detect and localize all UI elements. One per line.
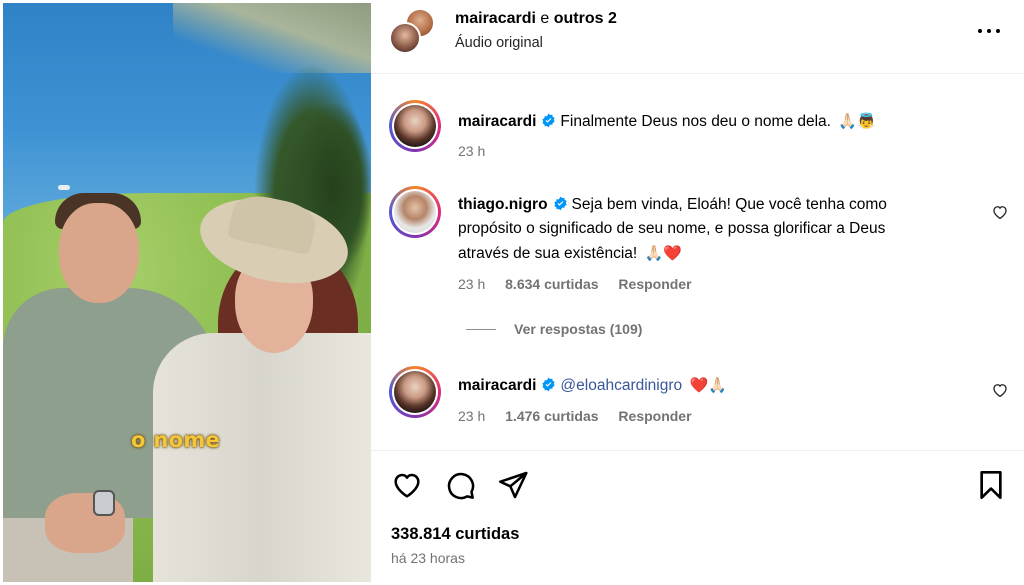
comment-meta: 23 h 8.634 curtidas Responder [458,276,708,292]
reply-button[interactable]: Responder [618,276,691,292]
audio-label[interactable]: Áudio original [455,35,543,51]
post-header: mairacardi e outros 2 Áudio original [371,0,1024,74]
heart-icon[interactable] [991,381,1009,399]
comment-body-line: através de sua existência! [458,245,638,262]
comment-username[interactable]: mairacardi [458,377,536,394]
comment-body-line: propósito o significado de seu nome, e p… [458,220,886,237]
comment-text: thiago.nigro Seja bem vinda, Eloáh! Que v… [458,193,887,266]
more-options-icon[interactable] [977,24,1003,38]
comment-likes[interactable]: 1.476 curtidas [505,408,598,424]
avatar[interactable] [389,366,441,418]
video-caption: o nome [131,428,221,452]
man-face [59,203,139,303]
heart-icon[interactable] [991,203,1009,221]
view-replies-button[interactable]: Ver respostas (109) [466,321,642,337]
comment-time[interactable]: 23 h [458,276,485,292]
verified-badge-icon [542,113,556,128]
avatar[interactable] [389,100,441,152]
comment-time[interactable]: 23 h [458,408,485,424]
other-authors[interactable]: outros 2 [554,10,617,27]
comment-bubble-icon[interactable] [444,469,476,501]
comment-username[interactable]: mairacardi [458,113,536,130]
comment-likes[interactable]: 8.634 curtidas [505,276,598,292]
emoji-pray-angel: 🙏🏻👼 [838,112,876,130]
comment-text: mairacardi Finalmente Deus nos deu o nome… [458,109,876,134]
post-actions: 338.814 curtidas há 23 horas [371,450,1024,585]
verified-badge-icon [542,377,556,392]
comment-body-line: Seja bem vinda, Eloáh! Que você tenha co… [571,196,887,213]
save-bookmark-icon[interactable] [975,469,1007,501]
wristwatch [93,490,115,516]
reply-button[interactable]: Responder [618,408,691,424]
emoji-heart-pray: ❤️🙏🏻 [689,376,727,394]
post-likes-count[interactable]: 338.814 curtidas [391,525,519,544]
view-replies-label: Ver respostas (109) [514,321,643,337]
author-username[interactable]: mairacardi [455,10,536,27]
comment-meta: 23 h [458,143,501,159]
comment-meta: 23 h 1.476 curtidas Responder [458,408,708,424]
avatar[interactable] [389,186,441,238]
woman-shirt [153,333,371,582]
verified-badge-icon [553,196,567,211]
post-details-panel: mairacardi e outros 2 Áudio original mai… [371,0,1024,585]
post-authors[interactable]: mairacardi e outros 2 [455,10,617,28]
comment-text: mairacardi @eloahcardinigro ❤️🙏🏻 [458,373,727,398]
emoji-pray-heart: 🙏🏻❤️ [644,244,682,262]
collab-avatars[interactable] [389,8,437,56]
comment-time[interactable]: 23 h [458,143,485,159]
like-heart-icon[interactable] [391,469,423,501]
post-timestamp[interactable]: há 23 horas [391,550,465,566]
comment-username[interactable]: thiago.nigro [458,196,548,213]
replies-divider [466,329,496,330]
comment-body: Finalmente Deus nos deu o nome dela. [560,113,831,130]
author-connector: e [540,10,550,27]
avatar [389,22,421,54]
mention-link[interactable]: @eloahcardinigro [560,377,682,394]
share-paper-plane-icon[interactable] [497,469,529,501]
boat [58,185,70,190]
post-media[interactable]: o nome [3,3,371,582]
